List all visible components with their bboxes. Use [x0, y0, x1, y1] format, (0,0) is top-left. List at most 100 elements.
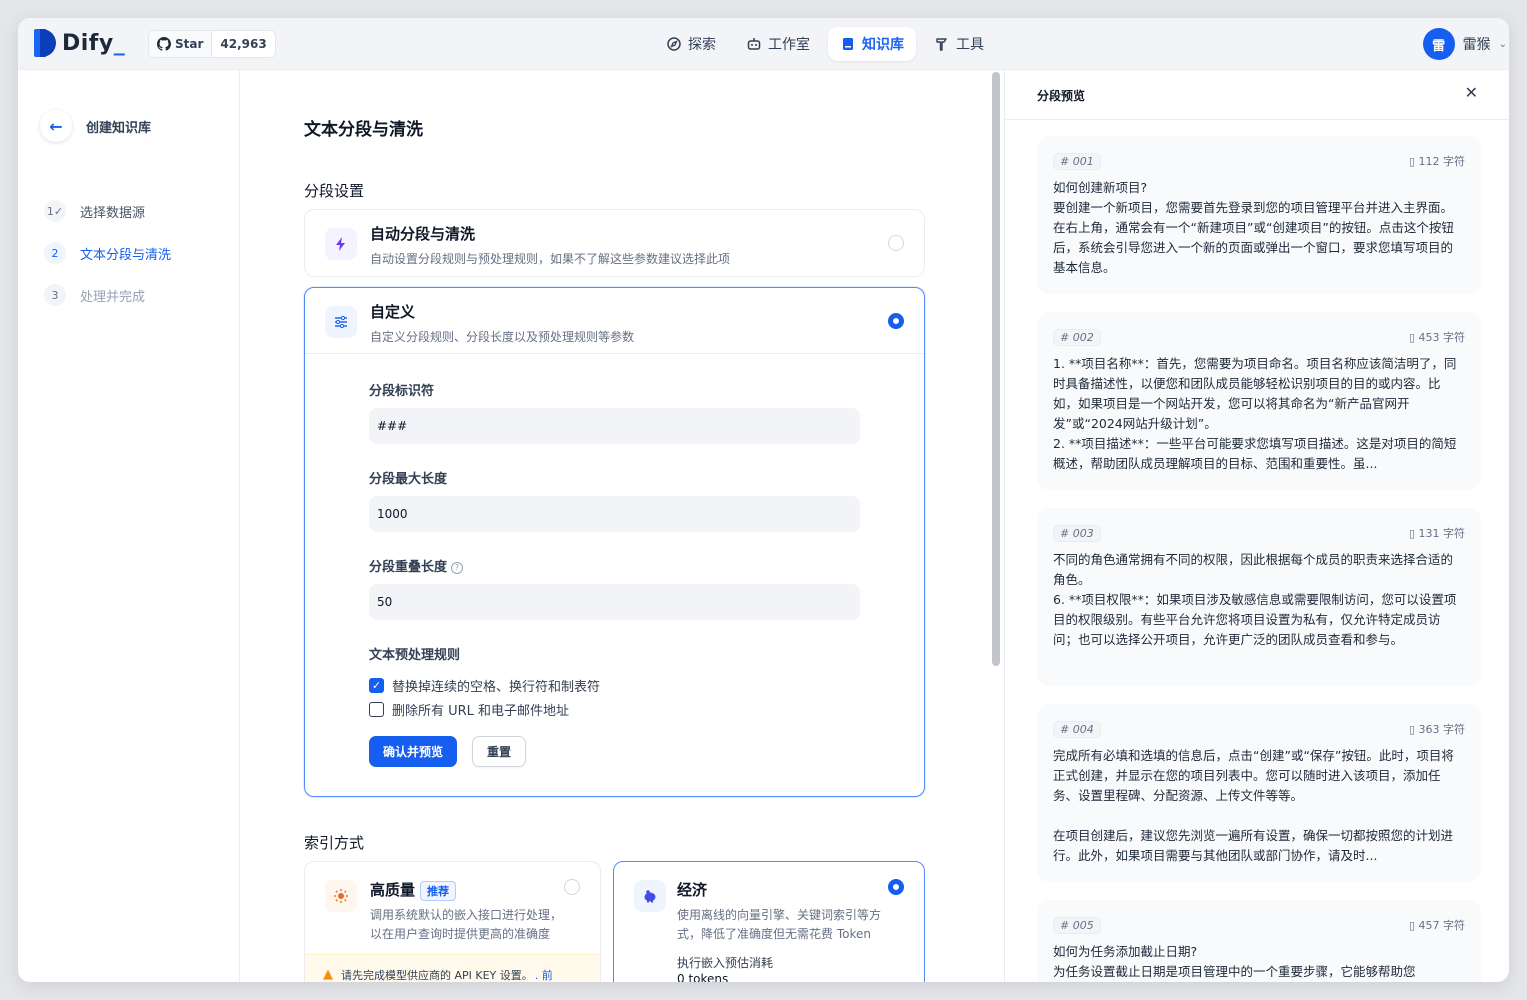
- segment-card[interactable]: # 004 ▯ 363 字符 完成所有必填和选填的信息后，点击“创建”或“保存”按…: [1037, 704, 1481, 882]
- auto-title: 自动分段与清洗: [370, 225, 476, 243]
- dify-logo-mark: [34, 29, 56, 57]
- hammer-icon: [936, 38, 947, 51]
- segment-text: 如何为任务添加截止日期? 为任务设置截止日期是项目管理中的一个重要步骤，它能够帮…: [1053, 944, 1416, 979]
- main-scrollbar[interactable]: [992, 72, 1000, 666]
- overlap-label-row: 分段重叠长度?: [369, 556, 464, 575]
- steps-sidebar: ← 创建知识库 1✓ 选择数据源 2 文本分段与清洗 3 处理并完成: [18, 70, 240, 982]
- segment-text: 不同的角色通常拥有不同的权限，因此根据每个成员的职责来选择合适的角色。 6. *…: [1053, 552, 1457, 647]
- main-panel: 文本分段与清洗 分段设置 自动分段与清洗 自动设置分段规则与预处理规则，如果不了…: [241, 70, 987, 982]
- economy-title: 经济: [677, 881, 708, 899]
- file-text-icon: ▯: [1408, 919, 1419, 932]
- reset-button[interactable]: 重置: [472, 736, 527, 767]
- economy-radio[interactable]: [888, 879, 904, 895]
- nav-explore[interactable]: 探索: [654, 27, 728, 61]
- segment-char-count: ▯ 131 字符: [1408, 527, 1465, 540]
- file-text-icon: ▯: [1408, 155, 1419, 168]
- custom-radio[interactable]: [888, 313, 904, 329]
- step-segment-clean: 2 文本分段与清洗: [44, 232, 171, 274]
- arrow-left-icon[interactable]: ←: [40, 110, 72, 142]
- recommended-badge: 推荐: [420, 880, 457, 901]
- user-name: 雷猴: [1462, 37, 1491, 53]
- auto-desc: 自动设置分段规则与预处理规则，如果不了解这些参数建议选择此项: [370, 252, 731, 266]
- step-label: 处理并完成: [80, 289, 146, 305]
- chevron-down-icon: ⌄: [1498, 38, 1507, 50]
- index-economy-option[interactable]: 经济 使用离线的向量引擎、关键词索引等方 式，降低了准确度但无需花费 Token…: [613, 861, 925, 982]
- user-menu[interactable]: 雷 雷猴 ⌄: [1422, 28, 1507, 60]
- segment-card[interactable]: # 003 ▯ 131 字符 不同的角色通常拥有不同的权限，因此根据每个成员的职责…: [1037, 508, 1481, 686]
- segment-card[interactable]: # 001 ▯ 112 字符 如何创建新项目? 要创建一个新项目，您需要首先登录到…: [1037, 136, 1481, 294]
- economy-desc-1: 使用离线的向量引擎、关键词索引等方: [677, 908, 882, 922]
- confirm-preview-button[interactable]: 确认并预览: [369, 736, 458, 767]
- robot-icon: [747, 38, 761, 50]
- warning-text: 请先完成模型供应商的 API KEY 设置。: [341, 968, 533, 982]
- rule-label: 替换掉连续的空格、换行符和制表符: [392, 680, 601, 695]
- checkbox-checked-icon[interactable]: ✓: [369, 678, 384, 693]
- segment-char-count: ▯ 457 字符: [1408, 919, 1465, 932]
- segment-id: # 004: [1053, 720, 1101, 738]
- preprocess-rules-label: 文本预处理规则: [369, 648, 461, 663]
- step-check-icon: 1✓: [44, 200, 66, 222]
- step-label: 选择数据源: [80, 205, 146, 221]
- segment-text: 如何创建新项目? 要创建一个新项目，您需要首先登录到您的项目管理平台并进入主界面…: [1053, 180, 1454, 275]
- segment-char-count: ▯ 453 字符: [1408, 331, 1465, 344]
- compass-icon: [667, 37, 681, 51]
- max-length-input[interactable]: 1000: [369, 496, 860, 532]
- step-label: 文本分段与清洗: [80, 247, 172, 263]
- avatar: 雷: [1422, 28, 1455, 60]
- high-quality-title: 高质量: [370, 881, 416, 899]
- help-icon[interactable]: ?: [451, 561, 464, 574]
- github-star-button[interactable]: Star 42,963: [148, 30, 276, 58]
- back-title: 创建知识库: [86, 120, 152, 136]
- step-number: 2: [44, 242, 66, 264]
- api-key-warning: ▲ 请先完成模型供应商的 API KEY 设置。 . 前: [305, 954, 600, 982]
- segment-card[interactable]: # 005 ▯ 457 字符 如何为任务添加截止日期? 为任务设置截止日期是项目管…: [1037, 900, 1481, 982]
- custom-title: 自定义: [370, 303, 416, 321]
- economy-desc-2: 式，降低了准确度但无需花费 Token: [677, 927, 871, 941]
- preview-header: 分段预览 ✕: [1005, 70, 1509, 120]
- nav-tools[interactable]: 工具: [922, 27, 996, 61]
- sliders-icon: [325, 306, 357, 338]
- segment-card[interactable]: # 002 ▯ 453 字符 1. **项目名称**：首先，您需要为项目命名。项目…: [1037, 312, 1481, 490]
- app-window: Dify_ Star 42,963 探索 工作室 知识库 工具 雷 雷猴 ⌄ ←…: [18, 18, 1509, 982]
- star-label: Star: [175, 37, 204, 51]
- nav-knowledge-label: 知识库: [862, 37, 904, 53]
- warning-link[interactable]: . 前: [535, 967, 553, 983]
- nav-studio[interactable]: 工作室: [734, 27, 822, 61]
- nav-studio-label: 工作室: [768, 37, 810, 53]
- index-high-quality-option[interactable]: 高质量 推荐 调用系统默认的嵌入接口进行处理， 以在用户查询时提供更高的准确度 ▲…: [304, 861, 601, 982]
- high-quality-desc-1: 调用系统默认的嵌入接口进行处理，: [370, 908, 563, 922]
- embed-cost-label: 执行嵌入预估消耗: [677, 956, 774, 970]
- dify-logo[interactable]: Dify_: [34, 29, 125, 57]
- separator-label: 分段标识符: [369, 384, 435, 399]
- high-quality-title-row: 高质量 推荐: [370, 879, 457, 901]
- rule-remove-urls[interactable]: 删除所有 URL 和电子邮件地址: [369, 700, 569, 719]
- high-quality-radio[interactable]: [564, 879, 580, 895]
- file-text-icon: ▯: [1408, 723, 1419, 736]
- nav-explore-label: 探索: [688, 37, 716, 53]
- top-header: Dify_ Star 42,963 探索 工作室 知识库 工具 雷 雷猴 ⌄: [18, 18, 1509, 70]
- warning-icon: ▲: [323, 967, 333, 982]
- nav-knowledge[interactable]: 知识库: [828, 27, 916, 61]
- step-number: 3: [44, 284, 66, 306]
- index-mode-heading: 索引方式: [304, 834, 365, 852]
- auto-radio[interactable]: [888, 235, 904, 251]
- custom-desc: 自定义分段规则、分段长度以及预处理规则等参数: [370, 330, 635, 344]
- overlap-label: 分段重叠长度: [369, 560, 448, 575]
- custom-segment-option[interactable]: 自定义 自定义分段规则、分段长度以及预处理规则等参数 分段标识符 ### 分段最…: [304, 287, 925, 797]
- checkbox-unchecked-icon[interactable]: [369, 702, 384, 717]
- segment-id: # 002: [1053, 328, 1101, 346]
- close-icon[interactable]: ✕: [1465, 83, 1478, 102]
- step-select-source[interactable]: 1✓ 选择数据源: [44, 190, 171, 232]
- separator-input[interactable]: ###: [369, 408, 860, 444]
- max-length-label: 分段最大长度: [369, 472, 448, 487]
- segment-preview-panel: 分段预览 ✕ # 001 ▯ 112 字符 如何创建新项目? 要创建一个新项目，您…: [1004, 70, 1509, 982]
- auto-segment-option[interactable]: 自动分段与清洗 自动设置分段规则与预处理规则，如果不了解这些参数建议选择此项: [304, 209, 925, 277]
- rule-replace-whitespace[interactable]: ✓ 替换掉连续的空格、换行符和制表符: [369, 676, 600, 695]
- segment-id: # 003: [1053, 524, 1101, 542]
- overlap-input[interactable]: 50: [369, 584, 860, 620]
- back-to-knowledge[interactable]: ← 创建知识库: [40, 110, 151, 142]
- book-icon: [843, 38, 853, 50]
- segment-char-count: ▯ 363 字符: [1408, 723, 1465, 736]
- main-nav: 探索 工作室 知识库 工具: [654, 27, 996, 61]
- segment-id: # 001: [1053, 152, 1101, 170]
